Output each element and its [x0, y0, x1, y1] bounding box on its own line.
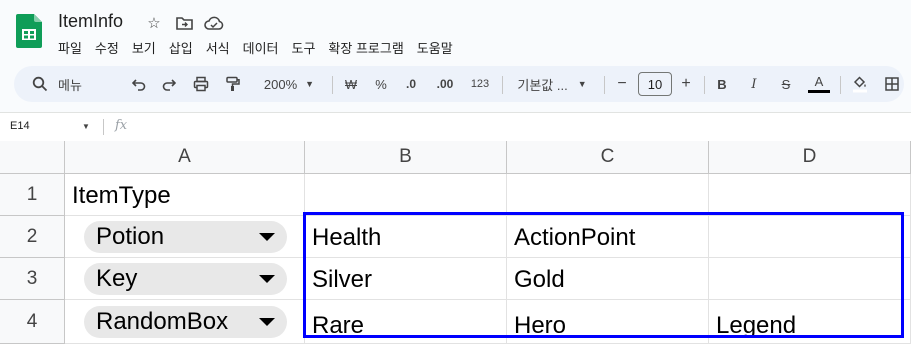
dropdown-arrow-icon: [259, 275, 275, 283]
title-bar: ItemInfo ☆ 파일 수정 보기 삽입 서식 데이터 도구 확장 프로그램…: [0, 0, 911, 62]
search-icon: [32, 76, 48, 92]
toolbar-divider: [840, 76, 841, 94]
chevron-down-icon: ▼: [305, 79, 315, 89]
menu-search-label: 메뉴: [58, 77, 82, 93]
fx-icon: fx: [115, 118, 128, 133]
star-icon[interactable]: ☆: [144, 13, 164, 33]
increase-font-size-button[interactable]: +: [676, 66, 696, 102]
text-color-swatch: [808, 90, 830, 93]
dropdown-chip-label: RandomBox: [96, 308, 229, 335]
menu-bar: 파일 수정 보기 삽입 서식 데이터 도구 확장 프로그램 도움말: [58, 38, 466, 57]
cell-a1[interactable]: ItemType: [65, 174, 305, 216]
dropdown-chip-label: Key: [96, 265, 138, 292]
redo-button[interactable]: [156, 66, 182, 102]
print-button[interactable]: [188, 66, 214, 102]
italic-button[interactable]: I: [744, 66, 764, 102]
menu-item-help[interactable]: 도움말: [417, 38, 453, 57]
document-title[interactable]: ItemInfo: [58, 11, 123, 32]
select-all-corner[interactable]: [0, 141, 65, 174]
column-header-c[interactable]: C: [507, 141, 709, 174]
text-color-label: A: [814, 74, 824, 89]
zoom-value: 200%: [263, 76, 298, 92]
toolbar-divider: [704, 76, 705, 94]
text-color-button[interactable]: A: [806, 66, 832, 102]
row-header-4[interactable]: 4: [0, 300, 65, 344]
menu-item-data[interactable]: 데이터: [243, 38, 279, 57]
menu-item-format[interactable]: 서식: [206, 38, 230, 57]
decrease-font-size-button[interactable]: −: [612, 66, 632, 102]
formula-bar: E14 ▼ fx: [0, 112, 911, 142]
column-header-b[interactable]: B: [305, 141, 507, 174]
column-header-a[interactable]: A: [65, 141, 305, 174]
range-highlight-box: [303, 212, 904, 338]
menu-item-edit[interactable]: 수정: [95, 38, 119, 57]
currency-format-button[interactable]: ₩: [340, 66, 362, 102]
fill-color-button[interactable]: [848, 66, 872, 102]
font-size-input[interactable]: 10: [638, 72, 672, 96]
borders-button[interactable]: [880, 66, 904, 102]
toolbar-divider: [502, 76, 503, 94]
row-header-3[interactable]: 3: [0, 258, 65, 300]
dropdown-chip[interactable]: RandomBox: [84, 306, 287, 338]
increase-decimal-label: .00: [436, 77, 454, 91]
menu-item-file[interactable]: 파일: [58, 38, 82, 57]
dropdown-arrow-icon: [259, 233, 275, 241]
menu-item-insert[interactable]: 삽입: [169, 38, 193, 57]
fill-color-icon: [853, 76, 867, 93]
row-header-1[interactable]: 1: [0, 174, 65, 216]
dropdown-chip-label: Potion: [96, 223, 165, 250]
google-sheets-logo-icon[interactable]: [16, 14, 42, 48]
dropdown-chip[interactable]: Potion: [84, 221, 287, 253]
zoom-select[interactable]: 200% ▼: [254, 66, 324, 102]
cell-c1[interactable]: [507, 174, 709, 216]
toolbar-divider: [332, 76, 333, 94]
toolbar: 메뉴 200% ▼ ₩ % .0 .00 123 기본값 ... ▼ − 10 …: [14, 66, 904, 102]
menu-search[interactable]: 메뉴: [24, 66, 124, 102]
formula-bar-divider: [103, 119, 104, 135]
paint-format-icon: [226, 76, 240, 91]
borders-icon: [885, 77, 899, 91]
bold-button[interactable]: B: [712, 66, 732, 102]
percent-format-button[interactable]: %: [370, 66, 392, 102]
font-name: 기본값 ...: [517, 77, 568, 93]
chevron-down-icon: ▼: [577, 79, 587, 89]
cell-b1[interactable]: [305, 174, 507, 216]
column-header-d[interactable]: D: [709, 141, 911, 174]
dropdown-arrow-icon: [259, 318, 275, 326]
dropdown-chip[interactable]: Key: [84, 263, 287, 295]
toolbar-divider: [604, 76, 605, 94]
print-icon: [193, 76, 209, 92]
menu-item-tools[interactable]: 도구: [292, 38, 316, 57]
name-box[interactable]: E14: [10, 120, 30, 132]
cell-d1[interactable]: [709, 174, 911, 216]
menu-item-extensions[interactable]: 확장 프로그램: [328, 38, 403, 57]
decrease-decimal-label: .0: [405, 77, 416, 91]
paint-format-button[interactable]: [220, 66, 246, 102]
menu-item-view[interactable]: 보기: [132, 38, 156, 57]
undo-button[interactable]: [126, 66, 152, 102]
row-header-2[interactable]: 2: [0, 216, 65, 258]
move-to-folder-icon[interactable]: [174, 13, 194, 33]
decrease-decimal-button[interactable]: .0: [398, 66, 424, 102]
cloud-status-icon[interactable]: [204, 13, 224, 33]
undo-icon: [132, 79, 146, 91]
font-select[interactable]: 기본값 ... ▼: [510, 66, 594, 102]
strikethrough-button[interactable]: S: [776, 66, 796, 102]
number-format-button[interactable]: 123: [466, 66, 494, 102]
increase-decimal-button[interactable]: .00: [430, 66, 460, 102]
redo-icon: [162, 79, 176, 91]
chevron-down-icon[interactable]: ▼: [82, 122, 90, 131]
